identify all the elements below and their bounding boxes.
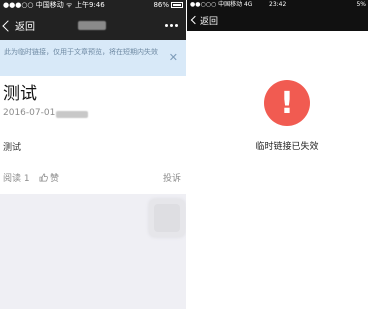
battery-indicator: 5%	[356, 0, 366, 9]
article-date: 2016-07-01	[3, 108, 56, 118]
status-time: 上午9:46	[75, 1, 105, 9]
nav-bar: 返回	[187, 9, 368, 31]
error-icon: !	[264, 80, 310, 126]
left-phone-screen: ●●●○○ 中国移动 ᯤ 上午9:46 86% 返回 此为临时链接，仅用于文章预…	[0, 0, 186, 309]
more-options-icon[interactable]	[165, 24, 178, 27]
status-bar: ●●○○○ 中国移动 4G 23:42 5%	[187, 0, 368, 9]
carrier-signal: ●●○○○ 中国移动 4G	[190, 1, 253, 8]
battery-percent: 5%	[356, 1, 366, 8]
page-title-blurred	[78, 21, 106, 30]
nav-bar: 返回	[0, 11, 186, 40]
article-body: 测试	[3, 143, 22, 153]
screenshot-root: ●●●○○ 中国移动 ᯤ 上午9:46 86% 返回 此为临时链接，仅用于文章预…	[0, 0, 368, 309]
back-button[interactable]: 返回	[2, 11, 35, 40]
back-label: 返回	[200, 16, 219, 27]
status-bar: ●●●○○ 中国移动 ᯤ 上午9:46 86%	[0, 0, 186, 11]
back-button[interactable]: 返回	[190, 9, 219, 31]
report-link[interactable]: 投诉	[163, 171, 181, 184]
chevron-left-icon	[190, 15, 200, 25]
notice-text: 此为临时链接，仅用于文章预览，将在短期内失效	[4, 48, 158, 56]
thumbs-up-icon	[39, 173, 48, 182]
carrier-signal: ●●●○○ 中国移动 ᯤ	[3, 1, 73, 9]
read-count: 阅读 1	[3, 174, 30, 184]
error-exclamation: !	[280, 85, 294, 121]
article-card: 测试 2016-07-01 测试 阅读 1 赞 投诉	[0, 76, 186, 194]
status-time: 23:42	[269, 1, 287, 8]
article-title: 测试	[3, 84, 37, 104]
battery-percent: 86%	[153, 1, 169, 9]
article-author-blurred	[56, 111, 88, 118]
chevron-left-icon	[2, 19, 14, 32]
close-icon[interactable]: ✕	[169, 52, 178, 63]
floating-action-button[interactable]	[149, 199, 185, 237]
right-phone-screen: ●●○○○ 中国移动 4G 23:42 5% 返回 ! 临时链接已失效	[187, 0, 368, 309]
like-label: 赞	[50, 174, 60, 184]
battery-indicator: 86%	[153, 0, 183, 11]
temporary-link-notice: 此为临时链接，仅用于文章预览，将在短期内失效 ✕	[0, 40, 186, 76]
error-message: 临时链接已失效	[255, 142, 319, 152]
like-button[interactable]: 赞	[39, 171, 59, 184]
battery-icon	[171, 2, 183, 8]
back-label: 返回	[15, 22, 35, 33]
